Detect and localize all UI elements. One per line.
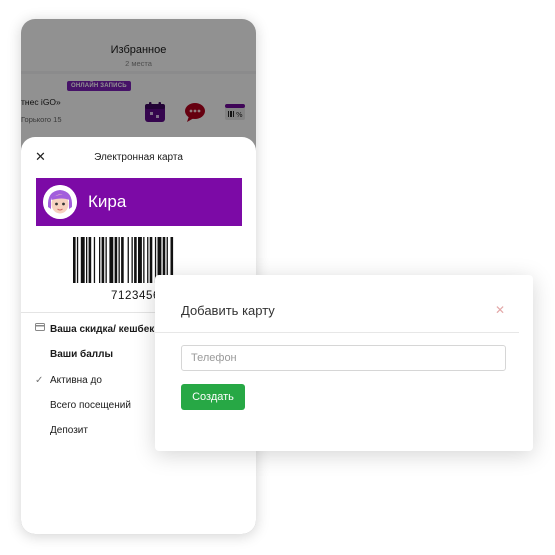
deposit-row-label: Депозит [50, 425, 88, 436]
modal-title: Добавить карту [181, 303, 275, 318]
card-icon [35, 323, 45, 334]
card-holder-name: Кира [88, 192, 127, 211]
avatar [43, 185, 77, 219]
modal-divider [155, 332, 519, 333]
discount-row-label: Ваша скидка/ кешбек [50, 324, 155, 335]
phone-input[interactable] [181, 345, 506, 371]
card-holder-band: Кира [36, 178, 242, 226]
total-visits-row-label: Всего посещений [50, 400, 131, 411]
create-button[interactable]: Создать [181, 384, 245, 410]
check-icon: ✓ [35, 375, 44, 386]
close-icon[interactable]: ✕ [495, 304, 505, 316]
active-until-row-label: Активна до [50, 375, 102, 386]
sheet-title: Электронная карта [94, 152, 183, 163]
add-card-modal: Добавить карту ✕ Создать [155, 275, 533, 451]
points-row-label: Ваши баллы [50, 349, 114, 360]
avatar-face-icon [43, 185, 77, 219]
